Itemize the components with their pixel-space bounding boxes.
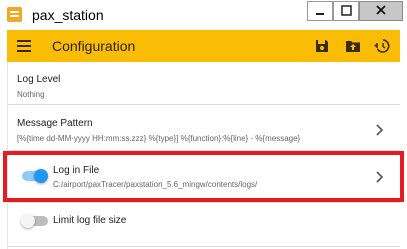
- log-in-file-path: C:/airport/paxTracer/paxstation_5.6_ming…: [53, 180, 258, 189]
- maximize-button[interactable]: [333, 1, 359, 21]
- log-level-label: Log Level: [17, 74, 61, 85]
- app-bar: Configuration: [7, 30, 400, 62]
- window-titlebar[interactable]: pax_station: [0, 0, 407, 30]
- settings-list: Log Level Nothing Message Pattern [%{tim…: [7, 62, 400, 249]
- message-pattern-value: [%{time dd-MM-yyyy HH:mm:ss.zzz} %{type}…: [17, 134, 301, 143]
- restore-history-icon[interactable]: [374, 38, 390, 54]
- minimize-icon: [316, 13, 324, 15]
- setting-message-pattern[interactable]: Message Pattern [%{time dd-MM-yyyy HH:mm…: [8, 105, 400, 150]
- message-pattern-label: Message Pattern: [17, 118, 93, 129]
- chevron-right-icon: [376, 124, 384, 136]
- maximize-icon: [341, 5, 352, 16]
- close-icon: [376, 5, 386, 15]
- window-title: pax_station: [32, 7, 104, 23]
- log-level-value: Nothing: [17, 90, 45, 99]
- page-title: Configuration: [52, 38, 136, 54]
- setting-log-in-file[interactable]: Log in File C:/airport/paxTracer/paxstat…: [8, 151, 400, 202]
- app-document-icon: [7, 7, 22, 22]
- limit-log-file-size-label: Limit log file size: [53, 215, 127, 226]
- chevron-right-icon: [376, 171, 384, 183]
- menu-icon[interactable]: [17, 40, 31, 52]
- log-in-file-label: Log in File: [53, 165, 100, 176]
- divider: [8, 246, 400, 247]
- minimize-button[interactable]: [307, 1, 333, 21]
- log-in-file-toggle-thumb: [34, 169, 48, 183]
- setting-log-level[interactable]: Log Level Nothing: [8, 62, 400, 104]
- close-button[interactable]: [359, 1, 403, 21]
- upload-folder-icon[interactable]: [345, 38, 361, 54]
- save-icon[interactable]: [314, 38, 330, 54]
- limit-log-file-size-toggle-thumb: [21, 214, 35, 228]
- setting-limit-log-file-size[interactable]: Limit log file size: [8, 203, 400, 249]
